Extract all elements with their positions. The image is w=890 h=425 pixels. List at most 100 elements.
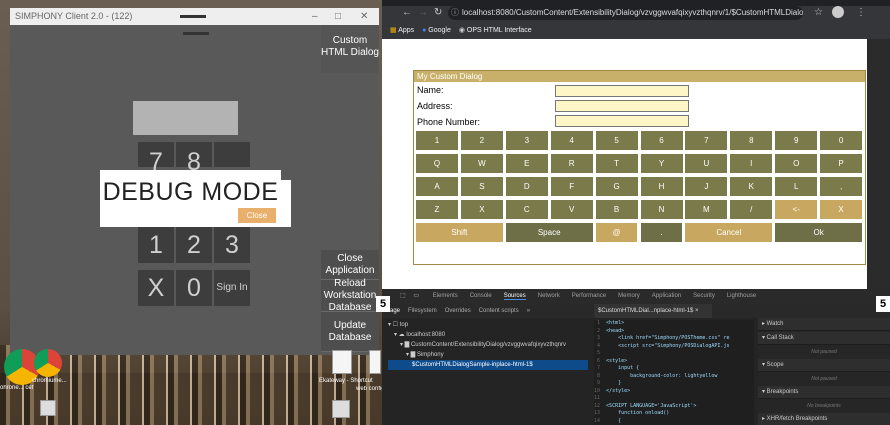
file-tree-item[interactable]: $CustomHTMLDialogSample-inplace-html-1$	[388, 360, 588, 370]
keyboard-key[interactable]: ,	[820, 177, 863, 196]
file-icon[interactable]	[40, 400, 56, 416]
file-tree-item[interactable]: ▾ ☁ localhost:8080	[388, 330, 588, 340]
reload-workstation-database-button[interactable]: Reload Workstation Database	[321, 278, 379, 313]
keyboard-key[interactable]: R	[550, 154, 593, 173]
keyboard-key-shift[interactable]: Shift	[416, 223, 503, 242]
keyboard-key[interactable]: 1	[416, 131, 458, 150]
inspect-icon[interactable]: ⬚	[400, 293, 406, 299]
back-icon[interactable]: ←	[402, 7, 412, 18]
keyboard-key[interactable]: N	[640, 200, 683, 219]
keyboard-key[interactable]: 5	[595, 131, 638, 150]
forward-icon[interactable]: →	[418, 7, 428, 18]
keyboard-key[interactable]: X	[460, 200, 503, 219]
chrome-icon[interactable]	[34, 349, 62, 377]
keyboard-key[interactable]: 9	[775, 131, 818, 150]
devtools-tab-console[interactable]: Console	[470, 293, 492, 299]
keyboard-key[interactable]: Q	[416, 154, 458, 173]
sources-subtab[interactable]: »	[527, 308, 530, 314]
file-icon[interactable]	[332, 400, 350, 418]
keyboard-key[interactable]: 6	[640, 131, 683, 150]
numpad-key-x[interactable]: X	[138, 270, 174, 306]
keyboard-key[interactable]: Y	[640, 154, 683, 173]
maximize-button[interactable]: □	[335, 8, 341, 25]
sources-subtab[interactable]: Content scripts	[479, 308, 519, 314]
name-input[interactable]	[555, 85, 689, 97]
keyboard-key[interactable]: 2	[460, 131, 503, 150]
keyboard-key-[interactable]: .	[640, 223, 683, 242]
keyboard-key[interactable]: S	[460, 177, 503, 196]
device-icon[interactable]: ▭	[413, 293, 419, 299]
keyboard-key[interactable]: E	[505, 154, 548, 173]
debugger-section-header[interactable]: ▸ Watch	[758, 318, 890, 331]
code-editor[interactable]: 1 <html> 2 <head> 3 <link href="Simphony…	[594, 320, 754, 425]
keyboard-key[interactable]: C	[505, 200, 548, 219]
keyboard-key[interactable]: I	[730, 154, 773, 173]
devtools-tab-performance[interactable]: Performance	[572, 293, 606, 299]
keyboard-key[interactable]: O	[775, 154, 818, 173]
numpad-key-3[interactable]: 3	[214, 227, 250, 263]
keyboard-key-cancel[interactable]: Cancel	[685, 223, 773, 242]
numpad-key-1[interactable]: 1	[138, 227, 174, 263]
drag-handle[interactable]	[180, 15, 206, 18]
keyboard-key[interactable]: F	[550, 177, 593, 196]
bookmark-apps[interactable]: Apps	[398, 27, 414, 34]
sign-in-button[interactable]: Sign In	[214, 270, 250, 306]
keyboard-key[interactable]: G	[595, 177, 638, 196]
keyboard-key-[interactable]: @	[595, 223, 638, 242]
open-file-tab[interactable]: $CustomHTMLDial...nplace-html-1$ ×	[594, 304, 712, 318]
update-database-button[interactable]: Update Database	[321, 312, 379, 352]
keyboard-key[interactable]: Z	[416, 200, 458, 219]
devtools-tab-sources[interactable]: Sources	[503, 293, 526, 300]
devtools-tab-lighthouse[interactable]: Lighthouse	[727, 293, 756, 299]
custom-html-dialog-button[interactable]: Custom HTML Dialog	[321, 25, 379, 73]
keyboard-key[interactable]: 8	[730, 131, 773, 150]
file-tree-item[interactable]: ▾ ▇ Simphony	[388, 350, 588, 360]
devtools-tab-application[interactable]: Application	[652, 293, 681, 299]
keyboard-key[interactable]: D	[505, 177, 548, 196]
keyboard-key-space[interactable]: Space	[505, 223, 593, 242]
numpad-key-2[interactable]: 2	[176, 227, 212, 263]
keyboard-key[interactable]: 3	[505, 131, 548, 150]
keyboard-key[interactable]: <-	[775, 200, 818, 219]
numpad-key-9[interactable]	[214, 142, 250, 167]
numpad-key-7[interactable]: 7	[138, 142, 174, 176]
debugger-section-header[interactable]: ▾ Call Stack	[758, 332, 890, 345]
keyboard-key[interactable]: M	[685, 200, 728, 219]
keyboard-key[interactable]: 0	[820, 131, 863, 150]
file-icon[interactable]	[369, 350, 381, 374]
debug-close-button[interactable]: Close	[238, 208, 276, 223]
keyboard-key[interactable]: V	[550, 200, 593, 219]
close-application-button[interactable]: Close Application	[321, 250, 379, 280]
numpad-key-0[interactable]: 0	[176, 270, 212, 306]
keyboard-key[interactable]: K	[730, 177, 773, 196]
keyboard-key[interactable]: B	[595, 200, 638, 219]
keyboard-key[interactable]: P	[820, 154, 863, 173]
keyboard-key[interactable]: T	[595, 154, 638, 173]
devtools-tab-memory[interactable]: Memory	[618, 293, 640, 299]
sources-subtab[interactable]: Filesystem	[408, 308, 437, 314]
minimize-button[interactable]: –	[312, 8, 318, 25]
keyboard-key[interactable]: W	[460, 154, 503, 173]
bookmark-google[interactable]: Google	[428, 27, 451, 34]
devtools-tab-network[interactable]: Network	[538, 293, 560, 299]
keyboard-key[interactable]: 7	[685, 131, 728, 150]
menu-icon[interactable]: ⋮	[856, 7, 866, 18]
keyboard-key[interactable]: H	[640, 177, 683, 196]
bookmark-ops-html[interactable]: OPS HTML Interface	[467, 27, 532, 34]
devtools-tab-security[interactable]: Security	[693, 293, 715, 299]
debugger-section-header[interactable]: ▾ Scope	[758, 359, 890, 372]
phone-input[interactable]	[555, 115, 689, 127]
close-window-button[interactable]: ✕	[360, 8, 368, 25]
file-icon[interactable]	[332, 350, 352, 374]
keyboard-key[interactable]: U	[685, 154, 728, 173]
reload-icon[interactable]: ↻	[434, 7, 442, 18]
keyboard-key[interactable]: J	[685, 177, 728, 196]
numpad-key-8[interactable]: 8	[176, 142, 212, 176]
keyboard-key[interactable]: L	[775, 177, 818, 196]
address-input[interactable]	[555, 100, 689, 112]
keyboard-key[interactable]: /	[730, 200, 773, 219]
file-tree-item[interactable]: ▾ ▇ CustomContent/ExtensibilityDialog/vz…	[388, 340, 588, 350]
address-bar[interactable]: localhost:8080/CustomContent/Extensibili…	[448, 6, 803, 20]
profile-icon[interactable]	[832, 6, 844, 18]
keyboard-key[interactable]: X	[820, 200, 863, 219]
